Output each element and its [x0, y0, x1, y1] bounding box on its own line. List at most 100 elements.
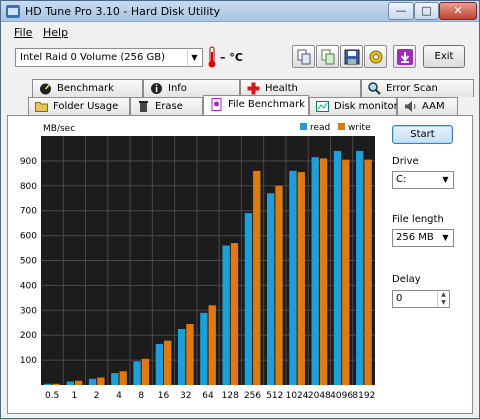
thermometer-icon [208, 46, 216, 68]
drive-dropdown-value: C: [396, 174, 407, 185]
tab-erase[interactable]: Erase [130, 97, 203, 115]
legend-swatch-read [300, 123, 307, 130]
bar-read [66, 381, 74, 385]
bar-write [208, 305, 216, 385]
tab-disk-monitor[interactable]: Disk monitor [309, 97, 398, 115]
drive-dropdown[interactable]: C: ▼ [392, 171, 454, 189]
bar-write [119, 371, 127, 385]
erase-icon [139, 101, 148, 112]
bar-write [164, 340, 172, 385]
menu-file[interactable]: File [14, 26, 32, 39]
health-icon [247, 82, 260, 95]
x-tick-label: 32 [180, 391, 191, 401]
file-length-dropdown[interactable]: 256 MB ▼ [392, 229, 454, 247]
menu-bar: File Help [1, 23, 479, 41]
bar-read [356, 150, 364, 385]
copy-text-icon [297, 49, 311, 65]
delay-spinner[interactable]: 0 ▲ ▼ [392, 290, 450, 308]
y-tick-label: 400 [20, 281, 37, 291]
bar-read [177, 328, 186, 385]
file-length-value: 256 MB [396, 232, 434, 243]
x-tick-label: 1024 [286, 391, 309, 401]
benchmark-icon [40, 83, 51, 95]
chevron-down-icon: ▼ [442, 233, 449, 242]
info-icon [151, 83, 162, 94]
copy-screenshot-icon [321, 49, 335, 65]
tab-folder-usage[interactable]: Folder Usage [28, 97, 130, 115]
bar-write [74, 380, 83, 385]
y-tick-label: 100 [20, 356, 37, 366]
bar-read [222, 245, 230, 385]
bar-write [230, 243, 239, 385]
save-button[interactable] [340, 45, 363, 68]
copy-text-button[interactable] [292, 45, 315, 68]
tab-benchmark[interactable]: Benchmark [32, 79, 143, 97]
bar-read [155, 343, 164, 385]
delay-value: 0 [396, 293, 403, 304]
x-tick-label: 1 [72, 391, 78, 401]
x-tick-label: 512 [266, 391, 283, 401]
bar-write [186, 323, 194, 385]
speaker-icon [405, 101, 416, 112]
start-button[interactable]: Start [392, 125, 453, 144]
legend-label-read: read [310, 123, 330, 133]
tab-error-scan[interactable]: Error Scan [361, 79, 474, 97]
drive-selector[interactable]: Intel Raid 0 Volume (256 GB) ▼ [15, 48, 203, 67]
copy-screenshot-button[interactable] [316, 45, 339, 68]
x-tick-label: 8 [138, 391, 144, 401]
x-tick-label: 128 [222, 391, 239, 401]
app-window: HD Tune Pro 3.10 - Hard Disk Utility — □… [0, 0, 480, 419]
x-tick-label: 2 [94, 391, 100, 401]
app-icon [6, 5, 20, 18]
tab-aam[interactable]: AAM [397, 97, 458, 115]
bar-read [111, 373, 119, 385]
delay-label: Delay [392, 274, 421, 285]
y-axis-label: MB/sec [43, 124, 75, 134]
spin-up-icon[interactable]: ▲ [437, 291, 449, 299]
file-benchmark-icon [211, 98, 222, 111]
bar-write [275, 185, 283, 385]
options-button[interactable] [364, 45, 387, 68]
x-tick-label: 64 [202, 391, 214, 401]
maximize-button[interactable]: □ [414, 2, 439, 20]
menu-help[interactable]: Help [43, 26, 68, 39]
file-length-label: File length [392, 214, 444, 225]
tab-file-benchmark[interactable]: File Benchmark [203, 95, 309, 115]
bar-write [253, 170, 261, 385]
y-tick-label: 200 [20, 331, 37, 341]
x-tick-label: 256 [244, 391, 261, 401]
x-tick-label: 4096 [330, 391, 353, 401]
legend-swatch-write [338, 123, 345, 130]
drive-selector-value: Intel Raid 0 Volume (256 GB) [20, 52, 166, 63]
bar-read [289, 170, 297, 385]
y-tick-label: 600 [20, 232, 37, 242]
exit-button[interactable]: Exit [423, 45, 465, 68]
bar-read [44, 383, 52, 385]
minimize-button[interactable]: — [388, 2, 414, 20]
save-icon [344, 49, 360, 65]
bar-write [141, 358, 150, 385]
chevron-down-icon: ▼ [187, 50, 201, 65]
download-icon [397, 49, 413, 65]
temperature-readout: – °C [220, 51, 243, 64]
bar-read [244, 213, 253, 385]
download-button[interactable] [393, 45, 416, 68]
bar-read [333, 150, 342, 385]
bar-write [364, 159, 372, 385]
bar-read [267, 193, 275, 385]
title-bar[interactable]: HD Tune Pro 3.10 - Hard Disk Utility — □… [1, 1, 479, 22]
spin-down-icon[interactable]: ▼ [437, 299, 449, 307]
close-button[interactable]: ✕ [439, 2, 477, 20]
legend-label-write: write [348, 123, 371, 133]
x-tick-label: 2048 [308, 391, 331, 401]
bar-read [88, 378, 97, 385]
x-tick-label: 16 [158, 391, 170, 401]
bar-read [311, 157, 319, 385]
bar-write [342, 159, 350, 385]
bar-read [133, 361, 141, 385]
options-icon [369, 50, 383, 64]
y-tick-label: 700 [20, 207, 37, 217]
y-tick-label: 900 [20, 157, 37, 167]
error-scan-icon [368, 82, 381, 95]
bar-write [52, 383, 61, 385]
